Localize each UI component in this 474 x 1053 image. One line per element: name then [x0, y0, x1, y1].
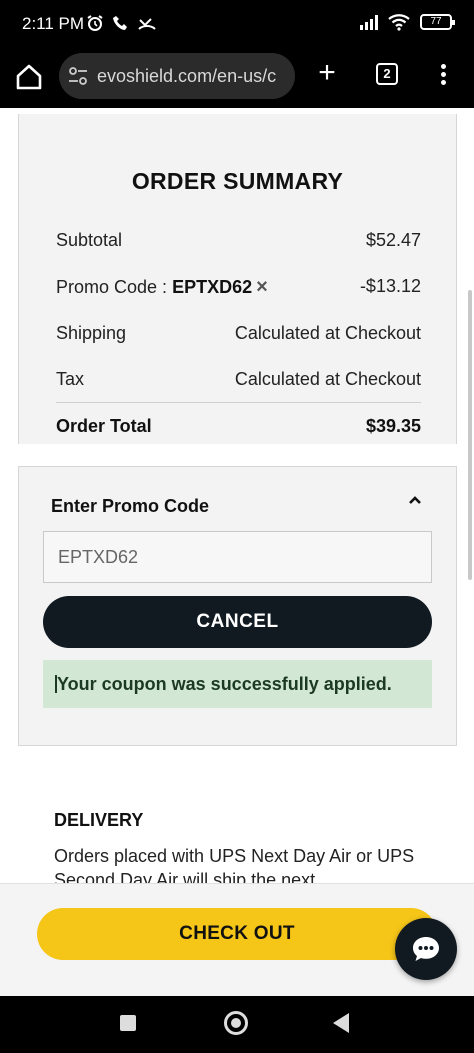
- new-tab-icon[interactable]: +: [314, 58, 340, 88]
- home-icon[interactable]: [14, 62, 44, 92]
- browser-toolbar: evoshield.com/en-us/c + 2: [0, 50, 474, 108]
- order-summary-card: ORDER SUMMARY Subtotal $52.47 Promo Code…: [18, 114, 457, 444]
- promo-label: Promo Code :: [56, 277, 173, 297]
- order-summary-title: ORDER SUMMARY: [131, 168, 344, 194]
- promo-row: Promo Code : EPTXD62 × -$13.12: [56, 272, 421, 300]
- chat-bubble-icon: [413, 937, 439, 961]
- status-time: 2:11 PM: [22, 14, 85, 33]
- promo-discount-value: -$13.12: [359, 276, 421, 296]
- address-bar[interactable]: evoshield.com/en-us/c: [59, 53, 295, 99]
- delivery-heading: DELIVERY: [54, 810, 144, 830]
- subtotal-value: $52.47: [365, 230, 421, 250]
- summary-divider: [56, 402, 421, 403]
- promo-label-group: Promo Code : EPTXD62 ×: [56, 276, 268, 299]
- remove-promo-icon[interactable]: ×: [256, 276, 268, 299]
- chevron-up-icon[interactable]: [408, 493, 422, 507]
- chat-button[interactable]: [395, 918, 457, 980]
- tab-switcher-button[interactable]: 2: [376, 63, 398, 85]
- recents-icon[interactable]: [120, 1015, 136, 1031]
- subtotal-row: Subtotal $52.47: [56, 226, 421, 254]
- status-bar: 2:11 PM 77: [0, 0, 474, 50]
- url-text[interactable]: evoshield.com/en-us/c: [97, 66, 287, 87]
- web-page: ORDER SUMMARY Subtotal $52.47 Promo Code…: [0, 108, 474, 883]
- alarm-icon: [87, 15, 103, 31]
- applied-promo-code: EPTXD62: [172, 277, 253, 297]
- order-total-label: Order Total: [56, 416, 152, 436]
- system-nav-bar: [0, 996, 474, 1053]
- promo-code-panel: Enter Promo Code CANCEL Your coupon was …: [18, 466, 457, 746]
- signal-icon: [360, 14, 378, 30]
- wifi-icon: [388, 14, 410, 31]
- subtotal-label: Subtotal: [56, 230, 123, 250]
- tax-label: Tax: [56, 369, 85, 389]
- status-system-icons: 77: [360, 13, 455, 31]
- tax-row: Tax Calculated at Checkout: [56, 365, 421, 393]
- cancel-promo-button[interactable]: CANCEL: [43, 596, 432, 648]
- coupon-success-message: Your coupon was successfully applied.: [43, 660, 432, 708]
- order-total-value: $39.35: [365, 416, 421, 436]
- delivery-text: Orders placed with UPS Next Day Air or U…: [54, 846, 415, 883]
- site-settings-icon[interactable]: [67, 65, 89, 87]
- shipping-value: Calculated at Checkout: [234, 323, 421, 343]
- back-icon[interactable]: [333, 1013, 349, 1033]
- battery-icon: 77: [420, 14, 455, 30]
- missed-call-icon: [138, 18, 156, 30]
- order-total-row: Order Total $39.35: [56, 412, 421, 440]
- promo-code-input[interactable]: [43, 531, 432, 583]
- shipping-label: Shipping: [56, 323, 127, 343]
- shipping-row: Shipping Calculated at Checkout: [56, 319, 421, 347]
- tax-value: Calculated at Checkout: [234, 369, 421, 389]
- status-notification-icons: [86, 14, 156, 32]
- promo-heading[interactable]: Enter Promo Code: [51, 496, 209, 517]
- home-nav-icon[interactable]: [224, 1011, 248, 1035]
- more-menu-icon[interactable]: [436, 62, 450, 88]
- phone-icon: [113, 16, 127, 30]
- scrollbar[interactable]: [468, 290, 472, 580]
- checkout-button[interactable]: CHECK OUT: [37, 908, 437, 960]
